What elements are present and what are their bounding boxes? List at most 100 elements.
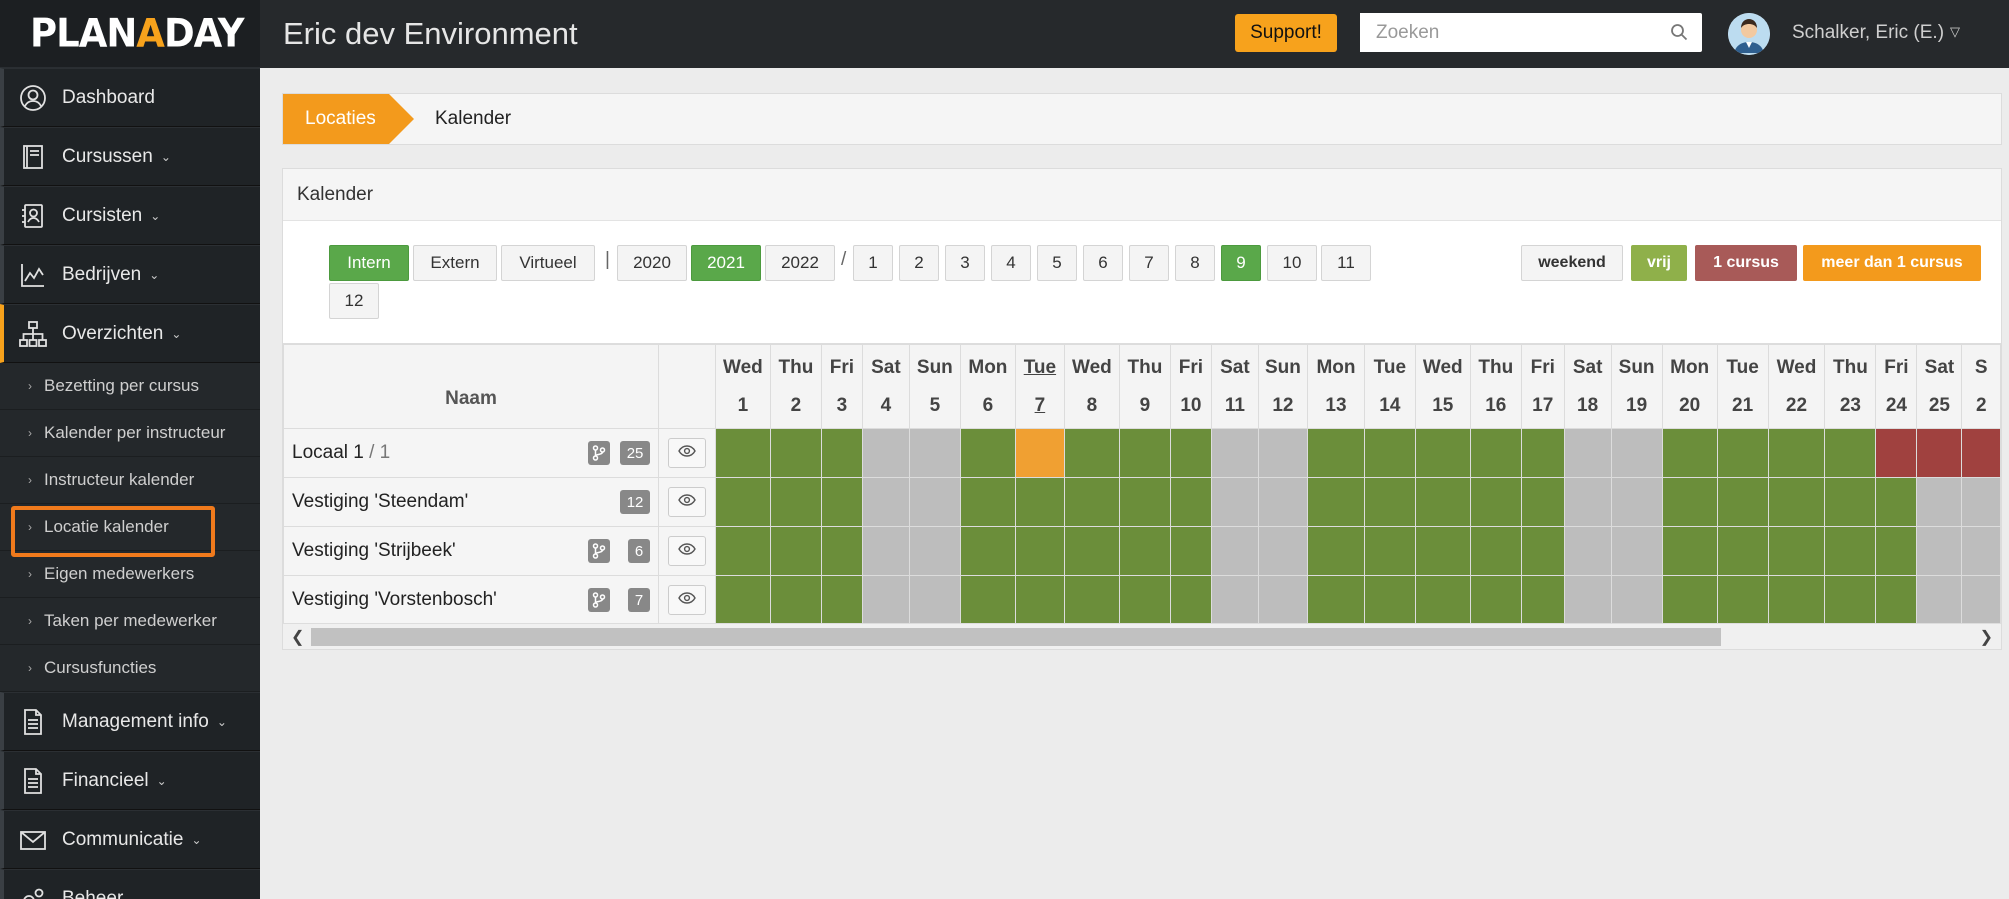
calendar-day-cell[interactable] (1063, 575, 1120, 625)
calendar-day-cell[interactable] (1563, 477, 1612, 527)
calendar-day-cell[interactable] (1916, 477, 1963, 527)
calendar-day-cell[interactable] (1414, 477, 1471, 527)
sidebar-item-overzichten[interactable]: Overzichten ⌄ (0, 304, 260, 363)
calendar-day-cell[interactable] (1414, 526, 1471, 576)
calendar-day-cell[interactable] (1520, 428, 1565, 478)
calendar-day-cell[interactable] (908, 428, 961, 478)
month-2-button[interactable]: 2 (899, 245, 939, 281)
view-button[interactable] (667, 585, 706, 615)
month-6-button[interactable]: 6 (1083, 245, 1123, 281)
calendar-day-cell[interactable] (769, 526, 822, 576)
chevron-down-icon[interactable]: ▽ (1950, 24, 1960, 40)
calendar-day-cell[interactable] (1661, 428, 1718, 478)
calendar-day-cell[interactable] (1118, 428, 1171, 478)
calendar-day-cell[interactable] (1824, 575, 1877, 625)
calendar-day-cell[interactable] (1767, 526, 1826, 576)
calendar-day-cell[interactable] (1767, 575, 1826, 625)
calendar-day-cell[interactable] (1469, 477, 1522, 527)
calendar-day-cell[interactable] (769, 575, 822, 625)
view-button[interactable] (667, 536, 706, 566)
calendar-day-cell[interactable] (1257, 526, 1309, 576)
calendar-day-cell[interactable] (959, 575, 1016, 625)
month-5-button[interactable]: 5 (1037, 245, 1077, 281)
calendar-day-cell[interactable] (1210, 575, 1259, 625)
calendar-day-cell[interactable] (1063, 428, 1120, 478)
calendar-day-cell[interactable] (1363, 428, 1416, 478)
calendar-day-cell[interactable] (1610, 575, 1663, 625)
calendar-day-cell[interactable] (1610, 526, 1663, 576)
calendar-day-cell[interactable] (861, 575, 910, 625)
calendar-day-cell[interactable] (820, 575, 863, 625)
calendar-day-cell[interactable] (861, 428, 910, 478)
planaday-logo[interactable]: PLANADAY (0, 0, 260, 68)
calendar-day-cell[interactable] (1014, 477, 1065, 527)
calendar-day-cell[interactable] (1014, 428, 1065, 478)
scrollbar-thumb[interactable] (311, 628, 1721, 646)
calendar-day-cell[interactable] (1716, 428, 1769, 478)
view-button[interactable] (667, 438, 706, 468)
avatar[interactable] (1728, 13, 1770, 55)
calendar-day-cell[interactable] (1169, 526, 1212, 576)
sidebar-item-cursisten[interactable]: Cursisten ⌄ (0, 186, 260, 245)
sidebar-subitem-cursusfuncties[interactable]: › Cursusfuncties (0, 645, 260, 692)
calendar-day-cell[interactable] (1363, 526, 1416, 576)
breadcrumb-locaties[interactable]: Locaties (283, 94, 414, 144)
calendar-day-cell[interactable] (861, 526, 910, 576)
type-virtueel-button[interactable]: Virtueel (501, 245, 595, 281)
calendar-day-cell[interactable] (1875, 575, 1918, 625)
type-extern-button[interactable]: Extern (413, 245, 497, 281)
month-8-button[interactable]: 8 (1175, 245, 1215, 281)
calendar-day-cell[interactable] (1610, 428, 1663, 478)
calendar-day-cell[interactable] (1118, 575, 1171, 625)
calendar-day-cell[interactable] (908, 526, 961, 576)
calendar-day-cell[interactable] (1363, 477, 1416, 527)
calendar-day-cell[interactable] (1610, 477, 1663, 527)
calendar-day-cell[interactable] (959, 428, 1016, 478)
calendar-day-cell[interactable] (1414, 575, 1471, 625)
calendar-day-cell[interactable] (1824, 526, 1877, 576)
month-7-button[interactable]: 7 (1129, 245, 1169, 281)
calendar-day-cell[interactable] (1875, 428, 1918, 478)
sidebar-subitem-instructeur-kalender[interactable]: › Instructeur kalender (0, 457, 260, 504)
calendar-day-cell[interactable] (1210, 526, 1259, 576)
sidebar-subitem-eigen-medewerkers[interactable]: › Eigen medewerkers (0, 551, 260, 598)
calendar-day-cell[interactable] (1767, 428, 1826, 478)
calendar-day-cell[interactable] (959, 526, 1016, 576)
calendar-day-cell[interactable] (959, 477, 1016, 527)
calendar-day-cell[interactable] (1875, 526, 1918, 576)
sidebar-item-management-info[interactable]: Management info ⌄ (0, 692, 260, 751)
calendar-day-cell[interactable] (1469, 526, 1522, 576)
calendar-day-cell[interactable] (769, 477, 822, 527)
calendar-day-cell[interactable] (1169, 428, 1212, 478)
calendar-day-cell[interactable] (1307, 477, 1365, 527)
calendar-day-cell[interactable] (1014, 526, 1065, 576)
month-3-button[interactable]: 3 (945, 245, 985, 281)
calendar-day-cell[interactable] (714, 477, 771, 527)
calendar-day-cell[interactable] (714, 526, 771, 576)
calendar-day-cell[interactable] (1961, 477, 2001, 527)
calendar-day-cell[interactable] (1916, 575, 1963, 625)
sidebar-subitem-taken-per-medewerker[interactable]: › Taken per medewerker (0, 598, 260, 645)
calendar-day-cell[interactable] (1257, 575, 1309, 625)
calendar-day-cell[interactable] (1716, 575, 1769, 625)
user-name[interactable]: Schalker, Eric (E.) (1792, 22, 1944, 44)
calendar-day-cell[interactable] (1210, 428, 1259, 478)
calendar-day-cell[interactable] (1063, 526, 1120, 576)
naam-header[interactable]: Naam (283, 344, 660, 429)
calendar-day-cell[interactable] (1363, 575, 1416, 625)
sidebar-item-cursussen[interactable]: Cursussen ⌄ (0, 127, 260, 186)
year-2020-button[interactable]: 2020 (617, 245, 687, 281)
sidebar-item-bedrijven[interactable]: Bedrijven ⌄ (0, 245, 260, 304)
calendar-day-cell[interactable] (714, 575, 771, 625)
calendar-day-cell[interactable] (1961, 526, 2001, 576)
branch-icon[interactable] (588, 539, 611, 563)
view-button[interactable] (667, 487, 706, 517)
calendar-day-cell[interactable] (1716, 477, 1769, 527)
calendar-day-cell[interactable] (1257, 477, 1309, 527)
calendar-day-cell[interactable] (1063, 477, 1120, 527)
sidebar-subitem-locatie-kalender[interactable]: › Locatie kalender (0, 504, 260, 557)
calendar-day-cell[interactable] (1118, 526, 1171, 576)
branch-icon[interactable] (588, 588, 611, 612)
sidebar-item-financieel[interactable]: Financieel ⌄ (0, 751, 260, 810)
calendar-day-cell[interactable] (1307, 575, 1365, 625)
